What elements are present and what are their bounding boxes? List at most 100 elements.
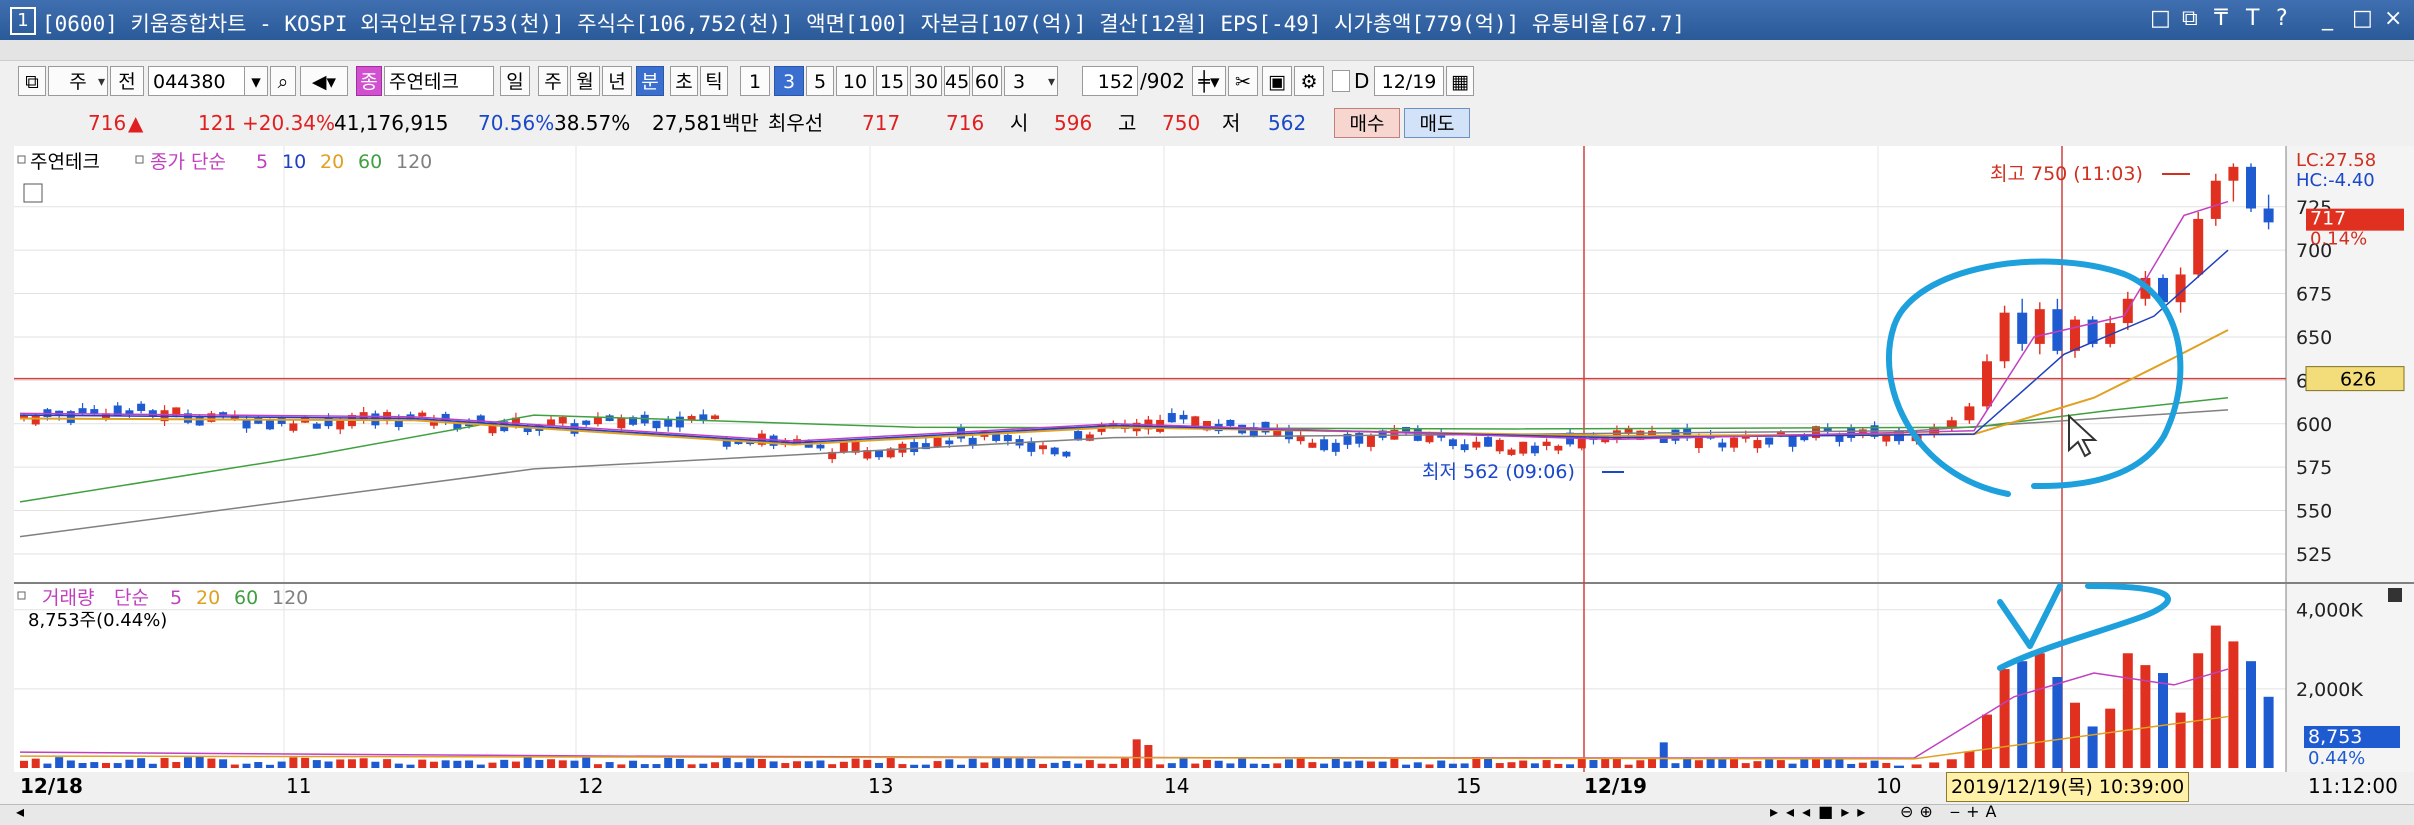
- gear-icon[interactable]: ⚙: [1294, 66, 1324, 96]
- candle-body: [1366, 435, 1375, 447]
- candle-body: [1495, 439, 1504, 452]
- period-button-5[interactable]: 초: [670, 66, 698, 96]
- interval-button-15[interactable]: 15: [876, 66, 908, 96]
- candle-body: [664, 419, 673, 427]
- interval-button-10[interactable]: 10: [836, 66, 874, 96]
- current-price-pct: 0.14%: [2310, 229, 2367, 250]
- volume-bar: [66, 760, 75, 768]
- d-checkbox[interactable]: [1332, 70, 1350, 92]
- interval-button-5[interactable]: 5: [806, 66, 834, 96]
- type-select[interactable]: 주: [48, 66, 108, 97]
- period-button-0[interactable]: 일: [500, 66, 530, 96]
- volume-bar: [113, 763, 122, 768]
- volume-bar: [804, 761, 813, 768]
- volume-bar: [1261, 763, 1270, 768]
- indicator-icon[interactable]: ╪▾: [1192, 66, 1226, 96]
- title-gap: [0, 40, 2414, 61]
- pin-icon[interactable]: ₸: [2214, 6, 2228, 31]
- candlestick-chart[interactable]: 최고 750 (11:03)최저 562 (09:06) 72570067565…: [14, 146, 2414, 774]
- volume-bar: [324, 761, 333, 768]
- maximize-button[interactable]: □: [2352, 6, 2373, 31]
- date-input[interactable]: 12/19: [1374, 66, 1444, 96]
- sound-icon[interactable]: ◀▾: [300, 66, 348, 96]
- sell-button[interactable]: 매도: [1404, 108, 1470, 138]
- prev-button[interactable]: 전: [110, 66, 144, 96]
- interval-button-45[interactable]: 45: [944, 66, 970, 96]
- candle-body: [1484, 437, 1493, 447]
- count-input[interactable]: 152: [1082, 66, 1138, 96]
- chart-scrollbar[interactable]: ◂ ▸◂◂■▸▸ ⊖⊕ ‒+A: [0, 802, 2414, 825]
- volume-bar: [921, 764, 930, 768]
- save-icon[interactable]: ▣: [1262, 66, 1292, 96]
- link-icon[interactable]: ⧉: [18, 66, 46, 96]
- stock-name-field[interactable]: 주연테크: [384, 66, 494, 96]
- volume-bar: [1097, 763, 1106, 768]
- playback-controls-icon[interactable]: ▸◂◂■▸▸: [1770, 802, 1873, 821]
- volume-bar: [406, 764, 415, 768]
- volume-bar: [1050, 762, 1059, 768]
- period-button-1[interactable]: 주: [538, 66, 568, 96]
- window-title: [0600] 키움종합차트 - KOSPI 외국인보유[753(천)] 주식수[…: [42, 12, 1686, 36]
- price-tick: 675: [2296, 284, 2332, 306]
- candle-body: [1062, 451, 1071, 457]
- volume-bar: [1753, 761, 1762, 768]
- period-button-2[interactable]: 월: [570, 66, 600, 96]
- ask-price: 717: [862, 111, 901, 135]
- help-icon[interactable]: ?: [2276, 6, 2288, 31]
- interval-select[interactable]: 3: [1004, 66, 1058, 97]
- candle-body: [2263, 208, 2274, 223]
- candle-body: [1530, 445, 1539, 454]
- volume-bar: [875, 762, 884, 768]
- x-axis-label: 12/19: [1584, 774, 1647, 798]
- time-axis-end: 11:12:00: [2308, 774, 2398, 798]
- zoom-controls-icon[interactable]: ⊖⊕ ‒+A: [1900, 802, 2002, 821]
- font-icon[interactable]: T: [2246, 6, 2259, 31]
- candle-body: [1460, 444, 1469, 451]
- interval-button-3[interactable]: 3: [774, 66, 804, 96]
- candle-body: [1226, 419, 1235, 426]
- volume-bar: [1982, 714, 1992, 768]
- volume-bar: [1946, 759, 1957, 768]
- interval-button-30[interactable]: 30: [910, 66, 942, 96]
- x-axis-label: 12: [578, 774, 604, 798]
- volume-bar: [1109, 763, 1118, 768]
- volume-bar: [593, 764, 602, 768]
- interval-button-60[interactable]: 60: [972, 66, 1002, 96]
- minimize-button[interactable]: _: [2322, 6, 2333, 31]
- count-total: /902: [1140, 69, 1185, 93]
- volume-bar: [1882, 762, 1891, 768]
- volume-bar: [828, 764, 837, 768]
- volume-bar: [2175, 712, 2186, 768]
- volume-bar: [1911, 764, 1922, 768]
- calendar-icon[interactable]: ▦: [1446, 66, 1474, 96]
- volume-bar: [371, 761, 380, 768]
- volume-bar: [160, 758, 169, 768]
- candle-body: [1999, 312, 2010, 362]
- hc-label: HC:-4.40: [2296, 170, 2375, 191]
- tools-icon[interactable]: ✂: [1228, 66, 1258, 96]
- period-button-6[interactable]: 틱: [700, 66, 728, 96]
- volume-bar: [1519, 760, 1528, 768]
- restore-icon[interactable]: ⧉: [2182, 6, 2198, 31]
- search-icon[interactable]: ⌕: [270, 66, 296, 96]
- period-button-3[interactable]: 년: [602, 66, 632, 96]
- volume-bar: [1612, 757, 1621, 768]
- volume-bar: [1929, 762, 1940, 768]
- volume-bar: [1027, 758, 1036, 768]
- code-dropdown-icon[interactable]: ▾: [244, 66, 268, 96]
- close-button[interactable]: ×: [2384, 6, 2402, 31]
- x-axis-label: 10: [1876, 774, 1902, 798]
- period-button-4[interactable]: 분: [636, 66, 664, 96]
- buy-button[interactable]: 매수: [1334, 108, 1400, 138]
- volume-bar: [511, 761, 520, 768]
- volume-bar: [734, 762, 743, 768]
- window-title-bar[interactable]: 1 [0600] 키움종합차트 - KOSPI 외국인보유[753(천)] 주식…: [0, 0, 2414, 40]
- volume-bar: [605, 762, 614, 768]
- volume-bar: [570, 760, 579, 768]
- layout-icon[interactable]: □: [2150, 6, 2171, 31]
- chart-area[interactable]: 최고 750 (11:03) 최저 562 (09:06) 725 700 675 65…: [14, 146, 2414, 774]
- scroll-left-icon[interactable]: ◂: [16, 802, 24, 821]
- interval-button-1[interactable]: 1: [740, 66, 770, 96]
- candle-body: [617, 417, 626, 429]
- stock-tag: 종: [356, 66, 382, 96]
